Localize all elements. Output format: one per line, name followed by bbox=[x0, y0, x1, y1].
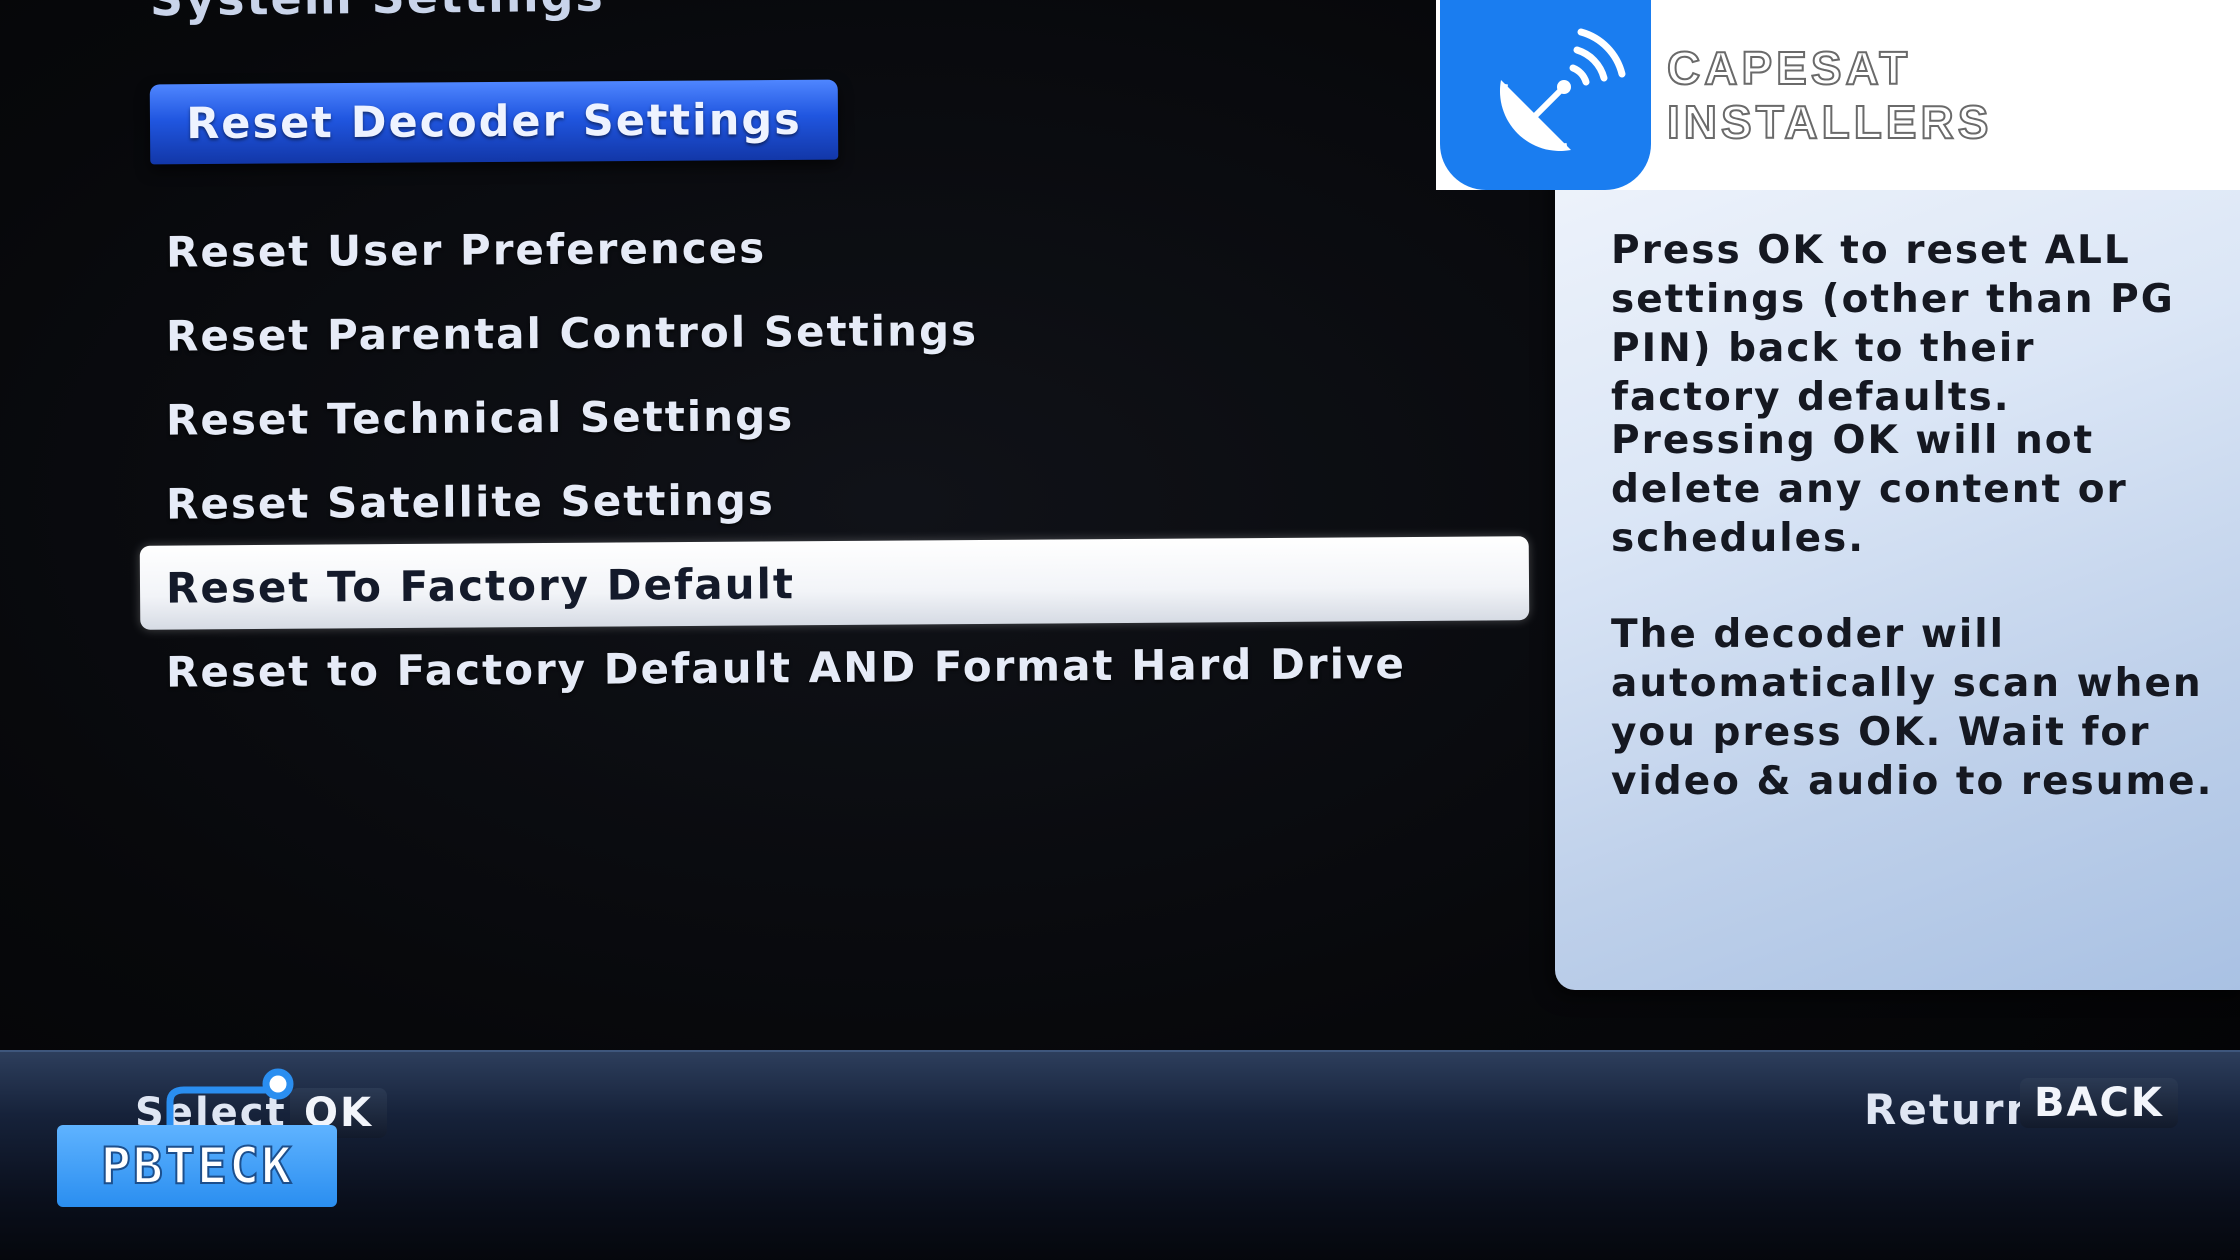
menu-item-reset-to-factory-default[interactable]: Reset To Factory Default bbox=[139, 536, 1530, 630]
section-header-tab[interactable]: Reset Decoder Settings bbox=[149, 79, 839, 165]
pbteck-watermark: PBTECK bbox=[57, 1125, 337, 1207]
menu-item-label: Reset Satellite Settings bbox=[165, 474, 775, 529]
menu-item-reset-technical-settings[interactable]: Reset Technical Settings bbox=[140, 368, 1526, 462]
menu-item-label: Reset to Factory Default AND Format Hard… bbox=[165, 638, 1407, 697]
info-panel: Press OK to reset ALL settings (other th… bbox=[1555, 160, 2240, 990]
logo-text: CAPESAT INSTALLERS bbox=[1666, 41, 1993, 149]
menu-item-reset-parental-control[interactable]: Reset Parental Control Settings bbox=[140, 284, 1526, 378]
menu-item-reset-satellite-settings[interactable]: Reset Satellite Settings bbox=[140, 452, 1526, 546]
reset-menu: Reset User Preferences Reset Parental Co… bbox=[139, 205, 1530, 709]
menu-item-label: Reset Technical Settings bbox=[165, 390, 795, 445]
info-paragraph: The decoder will automatically scan when… bbox=[1611, 612, 2214, 804]
info-paragraph: Press OK to reset ALL settings (other th… bbox=[1611, 228, 2175, 420]
menu-item-label: Reset To Factory Default bbox=[165, 558, 796, 613]
tv-screen: System Settings Reset Decoder Settings R… bbox=[0, 0, 2240, 1260]
watermark-text: PBTECK bbox=[100, 1136, 294, 1196]
back-key-hint[interactable]: BACK bbox=[2020, 1078, 2178, 1128]
satellite-dish-icon bbox=[1440, 0, 1652, 190]
menu-item-reset-factory-format-hdd[interactable]: Reset to Factory Default AND Format Hard… bbox=[140, 620, 1526, 714]
info-paragraph: Pressing OK will not delete any content … bbox=[1611, 418, 2128, 561]
capesat-logo: CAPESAT INSTALLERS bbox=[1436, 0, 2240, 190]
menu-item-label: Reset Parental Control Settings bbox=[165, 305, 979, 361]
watermark-circuit-icon bbox=[166, 1068, 294, 1130]
menu-item-reset-user-preferences[interactable]: Reset User Preferences bbox=[140, 200, 1526, 294]
return-hint-label: Return bbox=[1864, 1085, 2038, 1134]
page-title: System Settings bbox=[150, 0, 605, 26]
menu-item-label: Reset User Preferences bbox=[165, 222, 767, 277]
section-header-label: Reset Decoder Settings bbox=[186, 94, 802, 150]
